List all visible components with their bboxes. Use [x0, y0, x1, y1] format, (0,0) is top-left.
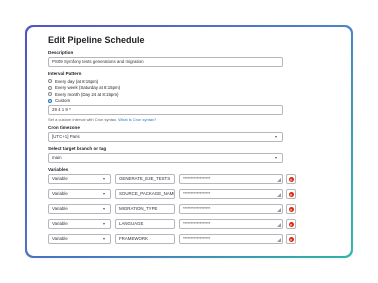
interval-option-custom[interactable]: Custom [48, 98, 339, 105]
variable-key-input[interactable]: GENERATE_E2E_TESTS [115, 174, 175, 184]
page-title: Edit Pipeline Schedule [48, 35, 145, 45]
radio-button[interactable] [48, 85, 52, 90]
variable-type-select[interactable]: Variable [48, 174, 111, 184]
variable-row: Variable FRAMEWORK ****************** × [48, 234, 339, 244]
remove-variable-button[interactable]: × [286, 204, 296, 214]
timezone-label: Cron timezone [48, 125, 80, 130]
radio-button[interactable] [48, 92, 52, 97]
timezone-select[interactable]: [UTC+1] Paris [48, 132, 283, 142]
variable-row: Variable SOURCE_PACKAGE_NAME ***********… [48, 189, 339, 199]
variable-row: Variable GENERATE_E2E_TESTS ************… [48, 174, 339, 184]
interval-label: Interval Pattern [48, 71, 82, 76]
remove-variable-button[interactable]: × [286, 219, 296, 229]
target-branch-select[interactable]: main [48, 153, 283, 163]
variable-type-select[interactable]: Variable [48, 189, 111, 199]
remove-icon: × [288, 176, 294, 182]
remove-icon: × [288, 221, 294, 227]
target-branch-label: Select target branch or tag [48, 146, 107, 151]
variable-type-select[interactable]: Variable [48, 219, 111, 229]
variable-row: Variable MIGRATION_TYPE ****************… [48, 204, 339, 214]
radio-button[interactable] [48, 79, 52, 84]
remove-icon: × [288, 206, 294, 212]
variable-value-input[interactable]: ****************** [179, 234, 283, 244]
variable-key-input[interactable]: FRAMEWORK [115, 234, 175, 244]
gradient-frame: Edit Pipeline Schedule Description PS09 … [25, 25, 353, 258]
remove-icon: × [288, 191, 294, 197]
variable-key-input[interactable]: MIGRATION_TYPE [115, 204, 175, 214]
remove-icon: × [288, 236, 294, 242]
schedule-form: Edit Pipeline Schedule Description PS09 … [27, 27, 351, 256]
description-label: Description [48, 50, 74, 55]
variable-value-input[interactable]: ****************** [179, 189, 283, 199]
remove-variable-button[interactable]: × [286, 234, 296, 244]
variable-row: Variable LANGUAGE ****************** × [48, 219, 339, 229]
cron-syntax-link[interactable]: What is Cron syntax? [118, 117, 156, 122]
variable-type-select[interactable]: Variable [48, 204, 111, 214]
description-input[interactable]: PS09 Symfony tests generations and migra… [48, 57, 283, 67]
variables-label: Variables [48, 167, 69, 172]
variable-type-select[interactable]: Variable [48, 234, 111, 244]
variable-value-input[interactable]: ****************** [179, 204, 283, 214]
cron-input[interactable]: 29 4 1 9 * [48, 105, 283, 115]
remove-variable-button[interactable]: × [286, 189, 296, 199]
variable-value-input[interactable]: ****************** [179, 174, 283, 184]
radio-button-selected[interactable] [48, 98, 52, 103]
variable-value-input[interactable]: ****************** [179, 219, 283, 229]
variable-key-input[interactable]: LANGUAGE [115, 219, 175, 229]
variable-key-input[interactable]: SOURCE_PACKAGE_NAME [115, 189, 175, 199]
remove-variable-button[interactable]: × [286, 174, 296, 184]
